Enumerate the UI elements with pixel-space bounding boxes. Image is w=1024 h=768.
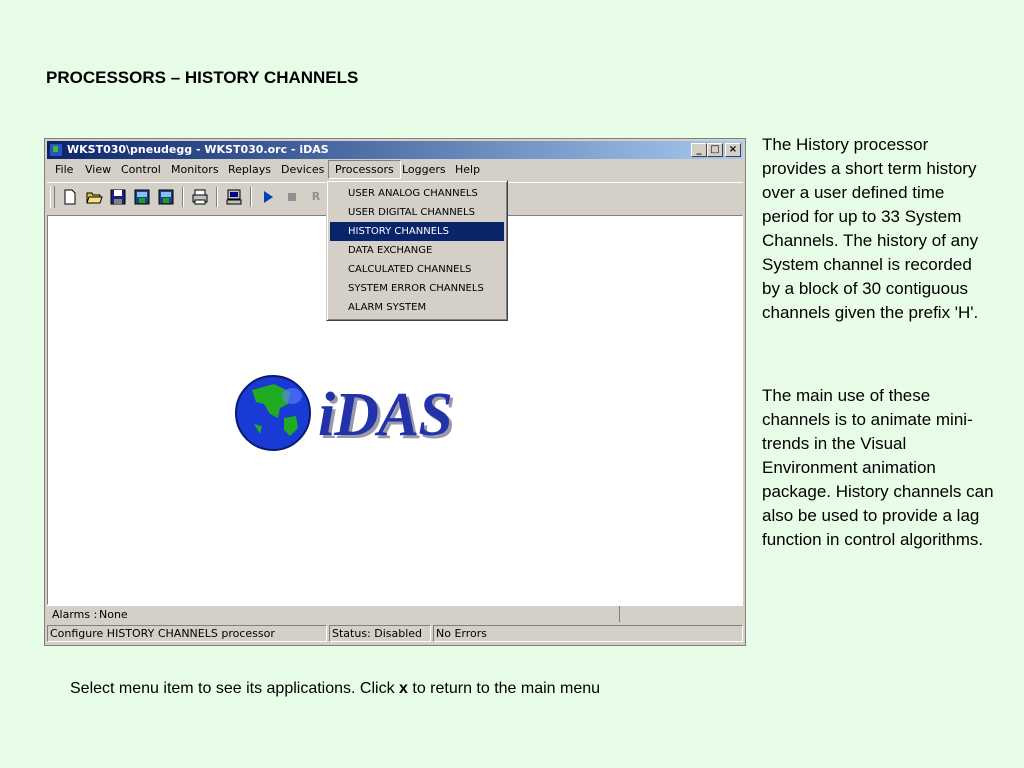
new-file-icon[interactable] — [61, 188, 79, 206]
menu-replays[interactable]: Replays — [222, 160, 277, 179]
status-bar: Configure HISTORY CHANNELS processor Sta… — [47, 625, 743, 643]
menu-help[interactable]: Help — [449, 160, 486, 179]
status-state: Status: Disabled — [329, 625, 431, 642]
status-message: Configure HISTORY CHANNELS processor — [47, 625, 327, 642]
menu-processors[interactable]: Processors — [328, 160, 401, 179]
toolbar-grip[interactable] — [50, 186, 55, 208]
stop-icon[interactable] — [283, 188, 301, 206]
alarms-value: None — [99, 608, 128, 621]
footer-text-after: to return to the main menu — [407, 680, 601, 697]
save-as-icon-1[interactable] — [133, 188, 151, 206]
alarms-label: Alarms : — [52, 608, 98, 621]
menu-devices[interactable]: Devices — [275, 160, 330, 179]
alarms-extra-pane — [619, 606, 742, 622]
dropdown-item-user-analog-channels[interactable]: USER ANALOG CHANNELS — [330, 184, 504, 203]
toolbar-separator — [182, 187, 184, 207]
processors-dropdown-menu: USER ANALOG CHANNELS USER DIGITAL CHANNE… — [326, 180, 508, 321]
alarms-bar: Alarms : None — [47, 605, 743, 623]
maximize-button[interactable]: □ — [707, 143, 723, 157]
description-paragraph-1: The History processor provides a short t… — [762, 135, 979, 322]
title-bar[interactable]: WKST030\pneudegg - WKST030.orc - iDAS _ □… — [47, 141, 743, 159]
menu-view[interactable]: View — [79, 160, 117, 179]
toolbar-separator — [216, 187, 218, 207]
print-icon[interactable] — [191, 188, 209, 206]
play-icon[interactable] — [259, 188, 277, 206]
dropdown-item-system-error-channels[interactable]: SYSTEM ERROR CHANNELS — [330, 279, 504, 298]
description-paragraph-2: The main use of these channels is to ani… — [762, 386, 994, 549]
dropdown-item-data-exchange[interactable]: DATA EXCHANGE — [330, 241, 504, 260]
menu-bar: File View Control Monitors Replays Devic… — [47, 160, 743, 179]
toolbar-separator — [250, 187, 252, 207]
app-icon — [50, 144, 62, 156]
open-folder-icon[interactable] — [85, 188, 103, 206]
menu-monitors[interactable]: Monitors — [165, 160, 225, 179]
footer-text-before: Select menu item to see its applications… — [70, 680, 400, 697]
close-key-hint[interactable]: x — [399, 680, 408, 697]
record-icon[interactable]: R — [307, 188, 325, 206]
monitor-icon[interactable] — [225, 188, 243, 206]
save-as-icon-2[interactable] — [157, 188, 175, 206]
menu-loggers[interactable]: Loggers — [396, 160, 452, 179]
dropdown-item-alarm-system[interactable]: ALARM SYSTEM — [330, 298, 504, 317]
dropdown-item-history-channels[interactable]: HISTORY CHANNELS — [330, 222, 504, 241]
status-errors: No Errors — [433, 625, 743, 642]
globe-icon — [235, 375, 311, 451]
minimize-button[interactable]: _ — [691, 143, 707, 157]
menu-control[interactable]: Control — [115, 160, 167, 179]
dropdown-item-calculated-channels[interactable]: CALCULATED CHANNELS — [330, 260, 504, 279]
footer-instruction: Select menu item to see its applications… — [70, 680, 600, 698]
slide-title: PROCESSORS – HISTORY CHANNELS — [46, 68, 359, 87]
menu-file[interactable]: File — [49, 160, 79, 179]
close-button[interactable]: × — [725, 143, 741, 157]
idas-logo-text: iDAS — [318, 381, 453, 449]
save-icon[interactable] — [109, 188, 127, 206]
dropdown-item-user-digital-channels[interactable]: USER DIGITAL CHANNELS — [330, 203, 504, 222]
window-title: WKST030\pneudegg - WKST030.orc - iDAS — [67, 143, 329, 156]
